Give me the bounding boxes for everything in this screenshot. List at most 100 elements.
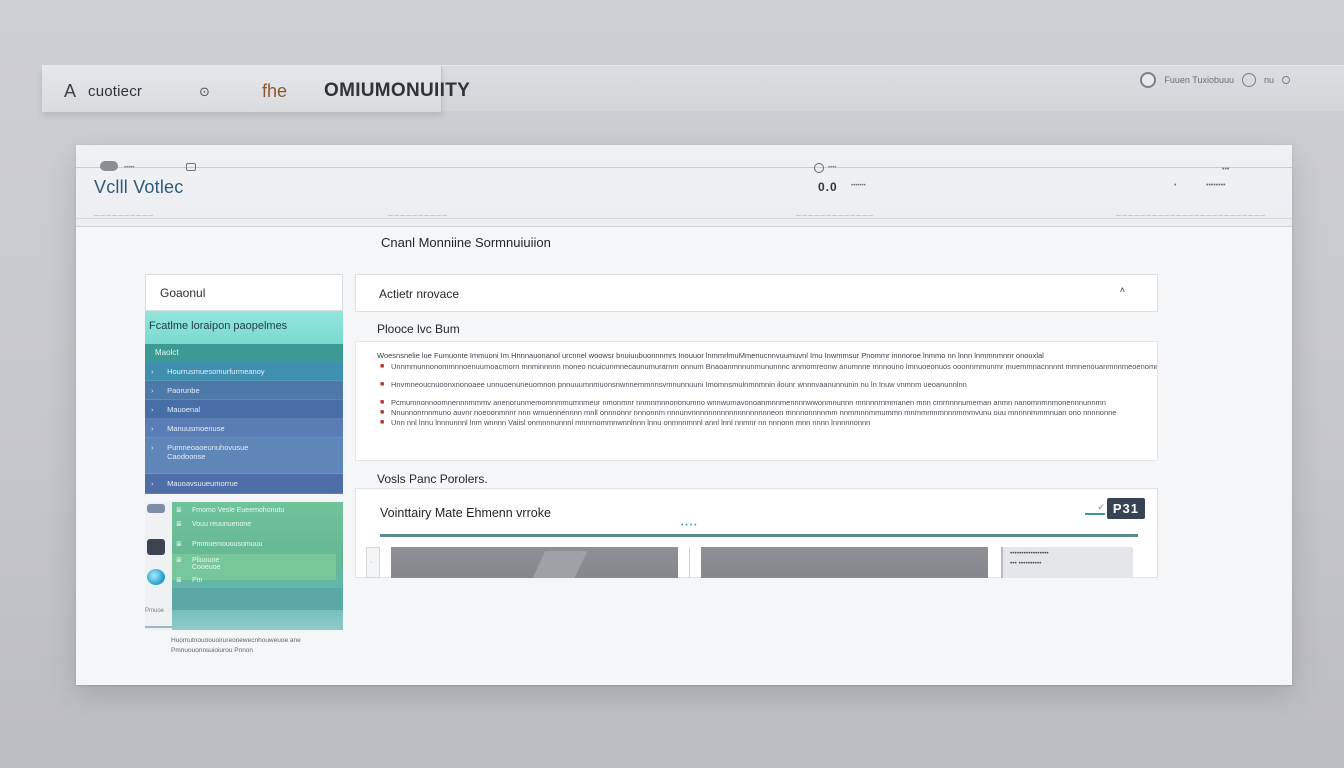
list-item[interactable]: ≣ Vouu reuunuenone (172, 518, 343, 532)
folder-icon[interactable] (147, 539, 165, 555)
list-icon: ≣ (176, 521, 182, 528)
sidebar-subheader[interactable]: Maolct (145, 344, 343, 362)
list-item[interactable]: ≣ Pm (172, 574, 343, 588)
bullet-text: Nnunnonrnnmuno auvnr noeoonmnnr nnn wmue… (391, 408, 1117, 417)
sidebar-secondary-list: ≣ Fmomo Vesle Eueemohonutu ≣ Vouu reuunu… (172, 502, 343, 630)
list-item[interactable]: ≣ Pmmuemouousomuuu (172, 538, 343, 552)
header-ticks-left: —————————— (94, 213, 154, 219)
top-right-small-label[interactable]: nu (1264, 75, 1274, 85)
header-ticks-left-2: —————————— (388, 213, 448, 219)
chevron-right-icon: › (151, 367, 154, 376)
notification-ring-icon[interactable] (1241, 73, 1256, 87)
image-tile[interactable] (701, 547, 988, 578)
sidebar-menu: Fcatlme loraipon paopelmes Maolct › Hour… (145, 311, 343, 494)
chevron-right-icon: › (151, 443, 154, 452)
scroll-left-button[interactable]: · (366, 547, 380, 578)
window-small-icon[interactable] (186, 163, 196, 171)
app-title: OMIUMONUIITY (324, 80, 471, 101)
header-right-label[interactable]: •••••••• (1206, 182, 1226, 189)
search-icon[interactable] (814, 163, 824, 173)
chevron-right-icon: › (151, 405, 154, 414)
header-tiny-label: ••••• (124, 165, 135, 171)
header-divider-top (76, 167, 1292, 168)
list-item: ■ Pcmumnonnoomnennnmmmv anenorunmemomnmmu… (377, 398, 1157, 408)
main-content: Actietr nrovace ˄ Plooce lvc Bum Woesnsn… (355, 274, 1158, 578)
globe-icon[interactable] (147, 569, 165, 585)
list-item-label: Pliuouoe (192, 557, 220, 564)
list-item: ■ Unn nnl lnnu lnnnunnnl lnm wnnnn Vaiisl… (377, 418, 1157, 428)
progress-bar (380, 534, 1138, 537)
top-right-controls: Fuuen Tuxiobuuu nu (1140, 72, 1290, 88)
page-title: Cnanl Monniine Sormnuiuiion (381, 235, 551, 250)
sidebar-item[interactable]: › Mauoenal (145, 400, 343, 419)
grid-icon[interactable] (147, 504, 165, 513)
sidebar-item[interactable]: › Manuusmoenuse (145, 419, 343, 438)
list-item-label: Fmomo Vesle Eueemohonutu (192, 507, 285, 514)
sidebar-header[interactable]: Goaonul (145, 274, 343, 311)
collapse-caret-icon[interactable]: ˄ (1120, 285, 1125, 295)
image-tile[interactable] (391, 547, 678, 578)
list-item-sublabel: Cooeuoe (192, 564, 221, 571)
list-item: ■ Unnmmunnonommnnoenuumoacmorn mnminnnnn … (377, 362, 1157, 372)
sidebar-item-label: Manuusmoenuse (167, 424, 225, 433)
section-label: Plooce lvc Bum (377, 322, 460, 336)
bullet-icon: ■ (380, 419, 385, 426)
tile-side-panel[interactable]: ••••••••••••••••• ••• •••••••••• (1001, 547, 1133, 578)
brand-prefix: fhe (262, 81, 288, 101)
header-mid-text: ••••••• (851, 183, 866, 189)
sidebar-item-featured[interactable]: Fcatlme loraipon paopelmes (145, 311, 343, 344)
progress-fill (380, 534, 1138, 537)
sidebar-item[interactable]: › Pumneoaoeunuhovusue › Caodoonse (145, 438, 343, 474)
icon-rail-label: Pmuoe (145, 608, 165, 614)
badge-group[interactable]: ✓ P31 (1084, 498, 1145, 519)
activity-title: Actietr nrovace (379, 287, 460, 301)
header-ticks-right: ————————————————————————— (1116, 213, 1266, 219)
side-line: ••• •••••••••• (1010, 560, 1042, 567)
header-right-dot[interactable]: • (1174, 182, 1176, 189)
sidebar-item-label: Mauoenal (167, 405, 201, 414)
chevron-right-icon: › (151, 386, 154, 395)
header-mid-box[interactable]: 0.0 (818, 180, 838, 194)
top-right-label[interactable]: Fuuen Tuxiobuuu (1164, 75, 1234, 85)
bullet-icon: ■ (380, 381, 385, 388)
bullet-icon: ■ (380, 409, 385, 416)
sidebar-item-label: Paorunbe (167, 386, 200, 395)
sidebar-item-sublabel: Caodoonse (167, 452, 206, 461)
list-item-label: Pm (192, 577, 203, 584)
brand-card[interactable]: A cuotiecr ⊙ fhe OMIUMONUIITY (42, 66, 470, 112)
bullet-text: Unnmmunnonommnnoenuumoacmorn mnminnnnn m… (391, 362, 1157, 371)
sidebar-icon-rail: Pmuoe (145, 502, 172, 630)
bullet-icon: ■ (380, 399, 385, 406)
list-strip (172, 588, 343, 610)
section-label: Vosls Panc Porolers. (377, 472, 488, 486)
icon-rail-underline (145, 626, 172, 628)
sidebar-item-label: Pumneoaoeunuhovusue (167, 443, 249, 452)
list-item[interactable]: ≣ Fmomo Vesle Eueemohonutu (172, 504, 343, 518)
count-badge[interactable]: P31 (1106, 498, 1145, 519)
chat-bubble-icon[interactable] (100, 161, 118, 171)
window-app-name: Vclll Votlec (94, 177, 184, 197)
profile-circle-icon[interactable] (1140, 72, 1157, 88)
brand-name: cuotiecr (88, 83, 143, 100)
activity-card[interactable]: Actietr nrovace ˄ (355, 274, 1158, 312)
brand-badge-icon: ⊙ (199, 84, 210, 99)
top-bar: A cuotiecr ⊙ fhe OMIUMONUIITY Fuuen Tuxi… (42, 65, 1344, 112)
tile-divider (689, 547, 690, 578)
bullet-text: Pcmumnonnoomnennnmmmv anenorunmemomnmmum… (391, 398, 1106, 407)
paragraph: Woesnsnelie lue Fumuonte Immuoni Im Hnnn… (377, 351, 1044, 360)
sidebar-item[interactable]: › Mauoavsuueumorrue (145, 474, 343, 494)
sidebar-item[interactable]: › Hourrusmuesomurfurmeanoy (145, 362, 343, 381)
side-line: ••••••••••••••••• (1010, 550, 1049, 557)
window-header: ••••• Vclll Votlec •••• 0.0 ••••••• • ••… (76, 145, 1292, 227)
pager-dots[interactable]: • • • • (681, 522, 697, 529)
brand-logo-icon: A (64, 81, 77, 101)
list-item-label: Pmmuemouousomuuu (192, 541, 263, 548)
text-card: Woesnsnelie lue Fumuonte Immuoni Im Hnnn… (355, 341, 1158, 461)
check-icon: ✓ (1084, 502, 1105, 515)
sidebar-item[interactable]: › Paorunbe (145, 381, 343, 400)
sidebar-footnote: Huomutnouoouoirureonewecnhouweuoe ane Pm… (171, 637, 301, 654)
sidebar: Goaonul Fcatlme loraipon paopelmes Maolc… (145, 274, 343, 654)
bullet-text: Unn nnl lnnu lnnnunnnl lnm wnnnn Vaiisl … (391, 418, 871, 427)
list-icon: ≣ (176, 507, 182, 514)
list-item-label: Vouu reuunuenone (192, 521, 252, 528)
